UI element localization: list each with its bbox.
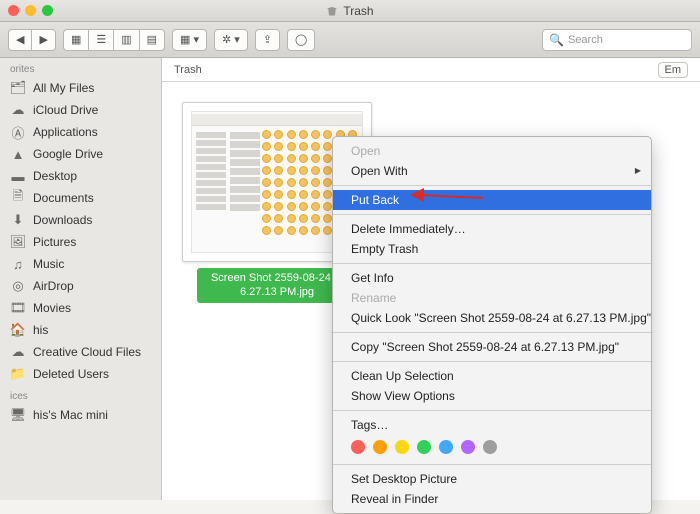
window-titlebar: Trash bbox=[0, 0, 700, 22]
menu-separator bbox=[333, 263, 651, 264]
action-button[interactable]: ✲ ▾ bbox=[214, 29, 248, 51]
forward-button[interactable]: ▶ bbox=[31, 29, 55, 51]
icon-view-button[interactable]: ▦ bbox=[63, 29, 88, 51]
sidebar-item-pictures[interactable]: 🖼Pictures bbox=[0, 231, 161, 253]
sidebar-item-mac-mini[interactable]: 🖥his's Mac mini bbox=[0, 404, 161, 426]
documents-icon: 🗎 bbox=[10, 190, 26, 206]
menu-put-back[interactable]: Put Back bbox=[333, 190, 651, 210]
desktop-icon: ▬ bbox=[10, 168, 26, 184]
sidebar-item-applications[interactable]: ⒶApplications bbox=[0, 121, 161, 143]
sidebar-section-favorites: orites bbox=[0, 58, 161, 77]
search-placeholder: Search bbox=[568, 34, 603, 46]
menu-empty-trash[interactable]: Empty Trash bbox=[333, 239, 651, 259]
list-view-button[interactable]: ☰ bbox=[88, 29, 113, 51]
downloads-icon: ⬇︎ bbox=[10, 212, 26, 228]
menu-tags[interactable]: Tags… bbox=[333, 415, 651, 435]
tag-color-dot[interactable] bbox=[373, 440, 387, 454]
menu-copy[interactable]: Copy "Screen Shot 2559-08-24 at 6.27.13 … bbox=[333, 337, 651, 357]
movies-icon: 🎞 bbox=[10, 300, 26, 316]
sidebar: orites 🗂All My Files ☁︎iCloud Drive ⒶApp… bbox=[0, 58, 162, 500]
nav-buttons: ◀ ▶ bbox=[8, 29, 56, 51]
menu-delete-immediately[interactable]: Delete Immediately… bbox=[333, 219, 651, 239]
search-icon: 🔍 bbox=[549, 33, 564, 47]
back-button[interactable]: ◀ bbox=[8, 29, 31, 51]
menu-separator bbox=[333, 185, 651, 186]
sidebar-item-deleted-users[interactable]: 📁Deleted Users bbox=[0, 363, 161, 385]
empty-trash-button[interactable]: Em bbox=[658, 62, 689, 78]
sidebar-item-icloud[interactable]: ☁︎iCloud Drive bbox=[0, 99, 161, 121]
menu-separator bbox=[333, 410, 651, 411]
location-header: Trash Em bbox=[162, 58, 700, 82]
menu-separator bbox=[333, 214, 651, 215]
sidebar-item-desktop[interactable]: ▬Desktop bbox=[0, 165, 161, 187]
sidebar-item-all-my-files[interactable]: 🗂All My Files bbox=[0, 77, 161, 99]
share-button[interactable]: ⇪ bbox=[255, 29, 280, 51]
menu-reveal-in-finder[interactable]: Reveal in Finder bbox=[333, 489, 651, 509]
tag-color-dot[interactable] bbox=[461, 440, 475, 454]
menu-quick-look[interactable]: Quick Look "Screen Shot 2559-08-24 at 6.… bbox=[333, 308, 651, 328]
home-icon: 🏠 bbox=[10, 322, 26, 338]
menu-set-desktop[interactable]: Set Desktop Picture bbox=[333, 469, 651, 489]
menu-separator bbox=[333, 332, 651, 333]
tag-color-dot[interactable] bbox=[351, 440, 365, 454]
search-field[interactable]: 🔍 Search bbox=[542, 29, 692, 51]
toolbar: ◀ ▶ ▦ ☰ ▥ ▤ ▦ ▾ ✲ ▾ ⇪ ◯ 🔍 Search bbox=[0, 22, 700, 58]
pictures-icon: 🖼 bbox=[10, 234, 26, 250]
window-title: Trash bbox=[0, 4, 700, 18]
sidebar-item-airdrop[interactable]: ◎AirDrop bbox=[0, 275, 161, 297]
sidebar-section-devices: ices bbox=[0, 385, 161, 404]
icloud-icon: ☁︎ bbox=[10, 102, 26, 118]
folder-icon: 📁 bbox=[10, 366, 26, 382]
sidebar-item-google-drive[interactable]: ▲Google Drive bbox=[0, 143, 161, 165]
arrange-button[interactable]: ▦ ▾ bbox=[172, 29, 207, 51]
mac-mini-icon: 🖥 bbox=[10, 407, 26, 423]
tag-color-dot[interactable] bbox=[439, 440, 453, 454]
airdrop-icon: ◎ bbox=[10, 278, 26, 294]
all-my-files-icon: 🗂 bbox=[10, 80, 26, 96]
coverflow-view-button[interactable]: ▤ bbox=[139, 29, 165, 51]
menu-clean-up[interactable]: Clean Up Selection bbox=[333, 366, 651, 386]
tag-color-dot[interactable] bbox=[483, 440, 497, 454]
sidebar-item-documents[interactable]: 🗎Documents bbox=[0, 187, 161, 209]
menu-rename[interactable]: Rename bbox=[333, 288, 651, 308]
view-mode-buttons: ▦ ☰ ▥ ▤ bbox=[63, 29, 165, 51]
sidebar-item-movies[interactable]: 🎞Movies bbox=[0, 297, 161, 319]
tags-button[interactable]: ◯ bbox=[287, 29, 315, 51]
google-drive-icon: ▲ bbox=[10, 146, 26, 162]
menu-separator bbox=[333, 361, 651, 362]
applications-icon: Ⓐ bbox=[10, 124, 26, 140]
sidebar-item-creative-cloud[interactable]: ☁︎Creative Cloud Files bbox=[0, 341, 161, 363]
menu-open-with[interactable]: Open With bbox=[333, 161, 651, 181]
creative-cloud-icon: ☁︎ bbox=[10, 344, 26, 360]
tag-color-dot[interactable] bbox=[395, 440, 409, 454]
context-menu: Open Open With Put Back Delete Immediate… bbox=[332, 136, 652, 514]
column-view-button[interactable]: ▥ bbox=[113, 29, 138, 51]
menu-get-info[interactable]: Get Info bbox=[333, 268, 651, 288]
menu-tag-colors bbox=[333, 435, 651, 460]
location-label: Trash bbox=[174, 64, 202, 76]
trash-icon bbox=[326, 5, 338, 17]
sidebar-item-home[interactable]: 🏠his bbox=[0, 319, 161, 341]
sidebar-item-music[interactable]: ♫Music bbox=[0, 253, 161, 275]
sidebar-item-downloads[interactable]: ⬇︎Downloads bbox=[0, 209, 161, 231]
music-icon: ♫ bbox=[10, 256, 26, 272]
window-title-text: Trash bbox=[343, 4, 373, 18]
menu-open[interactable]: Open bbox=[333, 141, 651, 161]
menu-show-view-options[interactable]: Show View Options bbox=[333, 386, 651, 406]
tag-color-dot[interactable] bbox=[417, 440, 431, 454]
menu-separator bbox=[333, 464, 651, 465]
